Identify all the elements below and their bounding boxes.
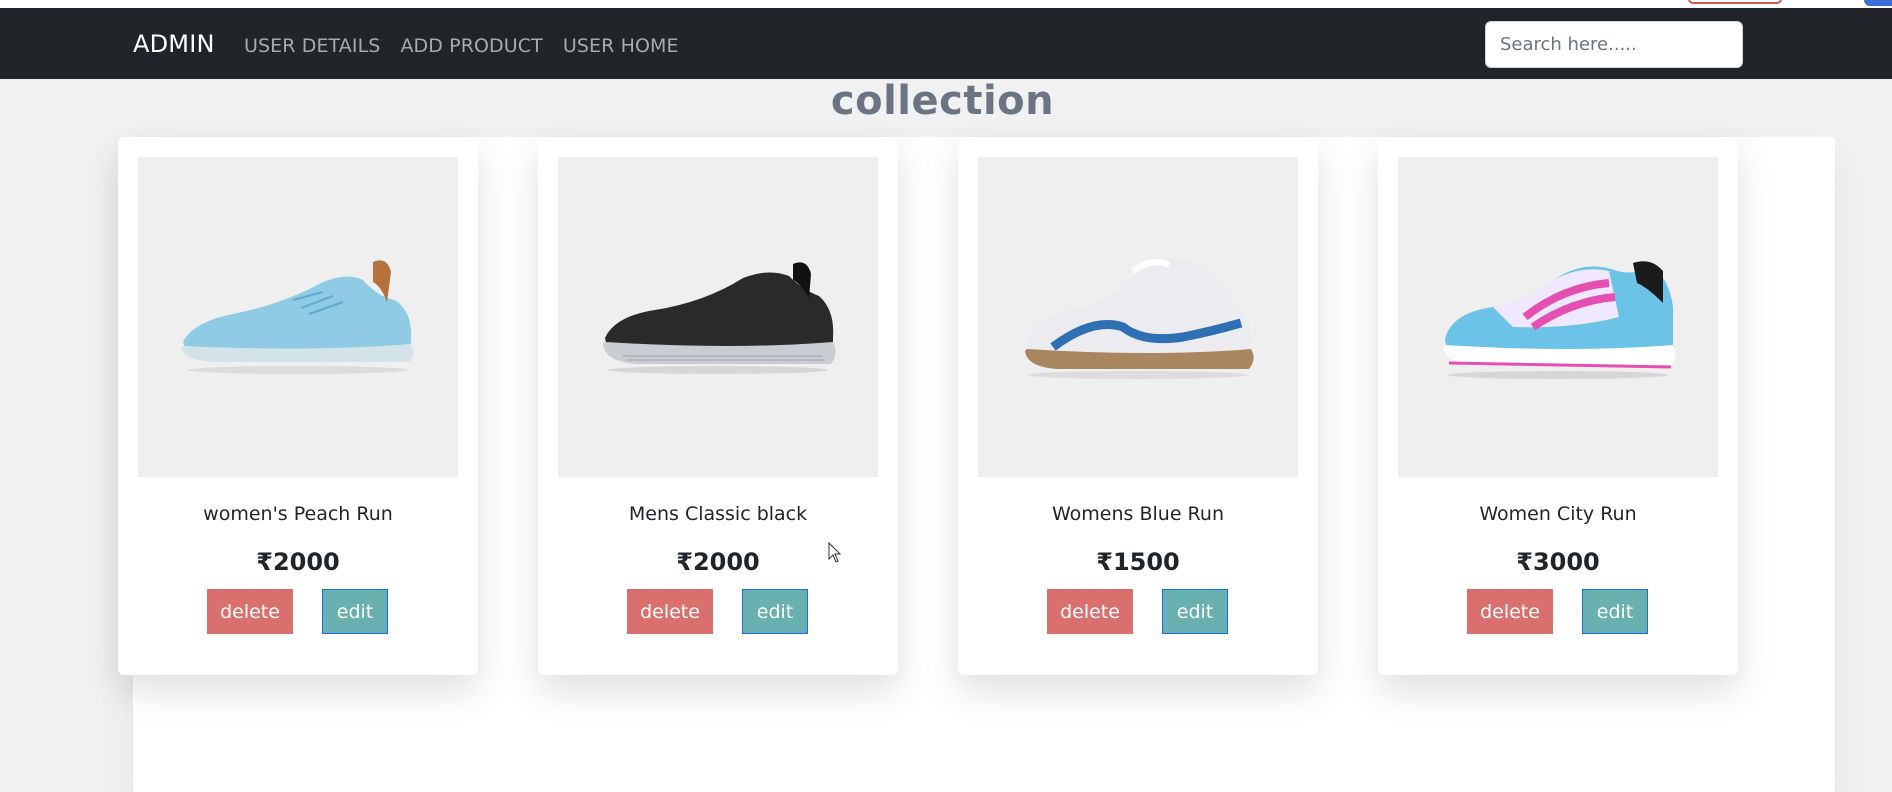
page-heading: collection [830,78,1055,124]
delete-button[interactable]: delete [627,589,713,634]
edit-button[interactable]: edit [322,589,388,634]
nav-links: USER DETAILS ADD PRODUCT USER HOME [244,35,679,57]
top-strip-corner [1864,0,1892,6]
sneaker-icon [181,260,414,374]
product-price: ₹2000 [676,548,760,576]
browser-top-strip [0,0,1892,8]
mouse-cursor-icon [828,542,842,563]
nav-link-add-product[interactable]: ADD PRODUCT [400,35,542,57]
product-name: Mens Classic black [628,503,808,525]
sneaker-icon [1025,259,1254,379]
product-name: Womens Blue Run [1052,503,1224,525]
delete-button[interactable]: delete [207,589,293,634]
sneaker-icon [1443,261,1676,379]
product-image [558,157,878,477]
navbar: ADMIN USER DETAILS ADD PRODUCT USER HOME [0,8,1892,79]
nav-link-user-details[interactable]: USER DETAILS [244,35,380,57]
edit-button[interactable]: edit [1582,589,1648,634]
edit-button[interactable]: edit [1162,589,1228,634]
nav-link-user-home[interactable]: USER HOME [563,35,679,57]
product-image [978,157,1298,477]
product-card: Womens Blue Run ₹1500 delete edit [958,137,1318,675]
product-price: ₹2000 [256,548,340,576]
product-name: women's Peach Run [203,503,393,525]
product-price: ₹3000 [1516,548,1600,576]
product-name: Women City Run [1479,503,1637,525]
product-image [138,157,458,477]
product-card: Women City Run ₹3000 delete edit [1378,137,1738,675]
delete-button[interactable]: delete [1467,589,1553,634]
brand-logo[interactable]: ADMIN [133,30,215,58]
edit-button[interactable]: edit [742,589,808,634]
top-strip-pill [1688,0,1782,4]
product-card: women's Peach Run ₹2000 delete edit [118,137,478,675]
product-price: ₹1500 [1096,548,1180,576]
product-card: Mens Classic black ₹2000 delete edit [538,137,898,675]
product-image [1398,157,1718,477]
delete-button[interactable]: delete [1047,589,1133,634]
sneaker-icon [603,262,836,374]
search-input[interactable] [1485,21,1743,68]
